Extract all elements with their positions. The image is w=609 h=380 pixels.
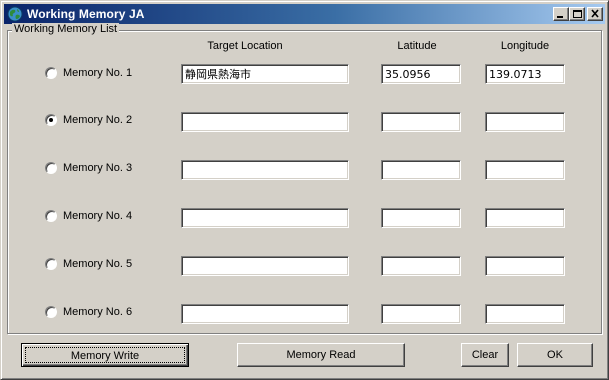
longitude-field-4[interactable]: [485, 208, 565, 228]
close-button[interactable]: [587, 7, 603, 21]
radio-button[interactable]: [45, 162, 57, 174]
radio-button[interactable]: [45, 67, 57, 79]
memory-radio-6[interactable]: Memory No. 6: [45, 304, 132, 320]
location-field-2[interactable]: [181, 112, 349, 132]
title-bar[interactable]: Working Memory JA: [4, 4, 605, 24]
latitude-field-1[interactable]: [381, 64, 461, 84]
radio-button[interactable]: [45, 210, 57, 222]
memory-label: Memory No. 6: [63, 306, 133, 318]
globe-icon: [7, 6, 23, 22]
latitude-field-6[interactable]: [381, 304, 461, 324]
minimize-icon: [557, 16, 563, 18]
memory-radio-2[interactable]: Memory No. 2: [45, 112, 132, 128]
working-memory-window: Working Memory JA Working Memory List Ta…: [0, 0, 609, 380]
clear-button[interactable]: Clear: [461, 343, 509, 367]
longitude-field-3[interactable]: [485, 160, 565, 180]
latitude-field-2[interactable]: [381, 112, 461, 132]
longitude-field-2[interactable]: [485, 112, 565, 132]
location-field-1[interactable]: [181, 64, 349, 84]
header-target-location: Target Location: [207, 40, 283, 52]
memory-write-button[interactable]: Memory Write: [21, 343, 189, 367]
longitude-field-6[interactable]: [485, 304, 565, 324]
longitude-field-5[interactable]: [485, 256, 565, 276]
radio-button[interactable]: [45, 258, 57, 270]
memory-write-label: Memory Write: [25, 347, 185, 363]
memory-radio-1[interactable]: Memory No. 1: [45, 65, 132, 81]
header-latitude: Latitude: [397, 40, 437, 52]
ok-button[interactable]: OK: [517, 343, 593, 367]
memory-label: Memory No. 5: [63, 258, 133, 270]
location-field-5[interactable]: [181, 256, 349, 276]
memory-label: Memory No. 1: [63, 67, 133, 79]
maximize-icon: [573, 10, 582, 18]
close-icon: [591, 9, 599, 18]
window-title: Working Memory JA: [27, 7, 145, 21]
latitude-field-3[interactable]: [381, 160, 461, 180]
memory-label: Memory No. 4: [63, 210, 133, 222]
latitude-field-5[interactable]: [381, 256, 461, 276]
location-field-4[interactable]: [181, 208, 349, 228]
latitude-field-4[interactable]: [381, 208, 461, 228]
longitude-field-1[interactable]: [485, 64, 565, 84]
memory-radio-3[interactable]: Memory No. 3: [45, 160, 132, 176]
group-legend: Working Memory List: [12, 23, 120, 35]
location-field-6[interactable]: [181, 304, 349, 324]
header-longitude: Longitude: [500, 40, 550, 52]
memory-radio-5[interactable]: Memory No. 5: [45, 256, 132, 272]
radio-button[interactable]: [45, 114, 57, 126]
memory-label: Memory No. 3: [63, 162, 133, 174]
memory-radio-4[interactable]: Memory No. 4: [45, 208, 132, 224]
radio-button[interactable]: [45, 306, 57, 318]
memory-read-button[interactable]: Memory Read: [237, 343, 405, 367]
memory-label: Memory No. 2: [63, 114, 133, 126]
maximize-button[interactable]: [569, 7, 585, 21]
location-field-3[interactable]: [181, 160, 349, 180]
minimize-button[interactable]: [553, 7, 569, 21]
